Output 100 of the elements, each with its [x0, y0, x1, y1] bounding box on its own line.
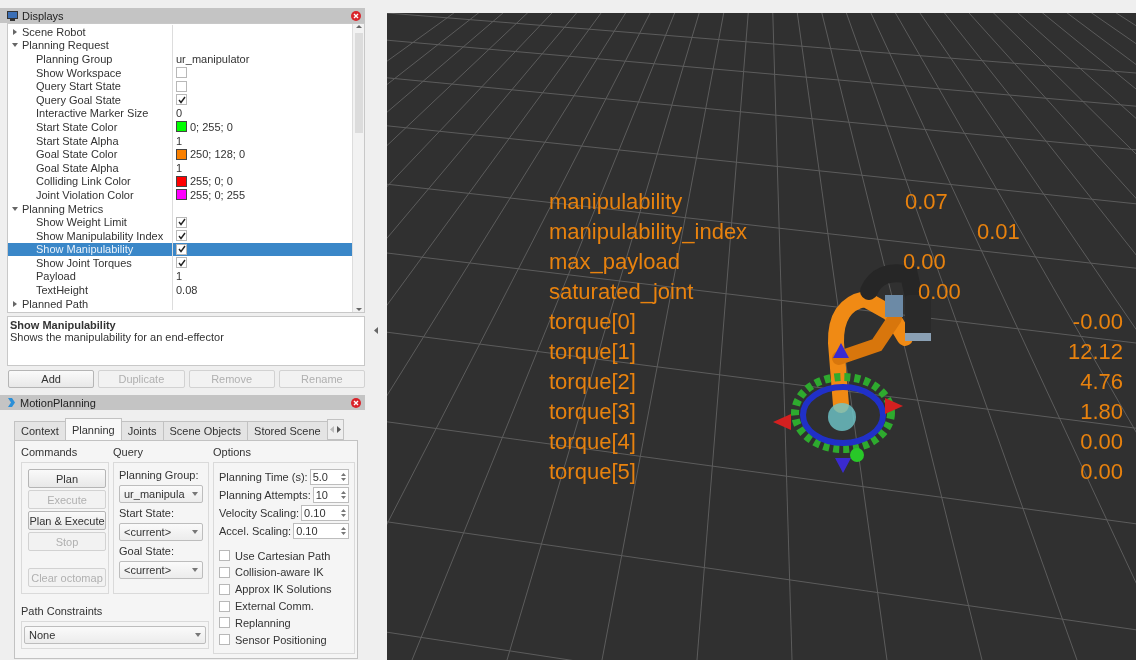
tree-row[interactable]: Planning Group ur_manipulator — [8, 52, 352, 66]
property-name: Start State Color — [36, 120, 118, 133]
display-button[interactable]: Add — [8, 370, 95, 388]
field-label: Velocity Scaling: — [219, 507, 300, 519]
tree-row[interactable]: Planning Metrics — [8, 201, 352, 216]
spin-arrows-icon[interactable] — [341, 472, 346, 482]
property-value[interactable]: 1 — [176, 270, 183, 283]
dropdown[interactable]: ur_manipula — [119, 485, 203, 503]
tree-row[interactable]: TextHeight 0.08 — [8, 283, 352, 297]
property-checkbox[interactable] — [176, 94, 187, 106]
tree-row[interactable]: Start State Alpha 1 — [8, 133, 352, 148]
metric-label: torque[1] — [549, 339, 636, 365]
monitor-icon — [7, 10, 18, 21]
tree-row[interactable]: Show Joint Torques — [8, 256, 352, 270]
metric-label: saturated_joint — [549, 279, 694, 305]
metric-value: 0.00 — [1080, 429, 1123, 455]
tree-row[interactable]: Query Goal State — [8, 92, 352, 107]
spin-arrows-icon[interactable] — [341, 490, 346, 500]
field-label: Planning Time (s): — [219, 471, 308, 483]
caret-icon — [192, 530, 198, 534]
spin-arrows-icon[interactable] — [341, 526, 346, 536]
group-title: Query — [113, 446, 144, 458]
property-name: Show Workspace — [36, 66, 122, 79]
tree-row[interactable]: Planning Request — [8, 38, 352, 53]
caret-icon — [192, 492, 198, 496]
scrollbar-thumb[interactable] — [354, 33, 363, 133]
property-name: Planned Path — [22, 297, 89, 310]
scrollbar[interactable] — [352, 24, 364, 312]
expand-arrow-icon[interactable] — [12, 205, 18, 212]
checkbox[interactable] — [219, 634, 230, 646]
property-checkbox[interactable] — [176, 257, 187, 269]
dropdown[interactable]: <current> — [119, 561, 203, 579]
dropdown[interactable]: <current> — [119, 523, 203, 541]
property-checkbox[interactable] — [176, 80, 187, 92]
property-value[interactable]: 1 — [176, 134, 183, 147]
property-checkbox[interactable] — [176, 216, 187, 228]
property-value[interactable]: 0; 255; 0 — [190, 120, 233, 133]
tab[interactable]: Context — [14, 421, 66, 440]
checkbox[interactable] — [219, 617, 230, 629]
property-value[interactable]: 1 — [176, 161, 183, 174]
tree-row[interactable]: Colliding Link Color 255; 0; 0 — [8, 174, 352, 189]
tree-row[interactable]: Payload 1 — [8, 269, 352, 284]
spin-box[interactable]: 0.10 — [293, 523, 349, 539]
close-icon[interactable] — [351, 10, 361, 21]
checkbox[interactable] — [219, 550, 230, 562]
tree-row[interactable]: Scene Robot — [8, 25, 352, 39]
command-button[interactable]: Plan — [28, 469, 106, 488]
tab[interactable]: Joints — [120, 421, 164, 440]
3d-viewport[interactable]: manipulability 0.07 manipulability_index 0.01 max_payload 0.00 saturated_joint 0.00 torque[0] -0.00 torque[1] 12.12 torque[2] 4.76 torque[3] 1.80 torque[4] 0.00 torque[5] 0.00 — [387, 13, 1136, 660]
tree-row[interactable]: Interactive Marker Size 0 — [8, 106, 352, 121]
description-text: Shows the manipulability for an end-effector — [10, 331, 224, 343]
collapse-arrow-icon[interactable] — [12, 300, 18, 307]
property-name: Show Manipulability Index — [36, 229, 164, 242]
expand-arrow-icon[interactable] — [12, 42, 18, 49]
property-checkbox[interactable] — [176, 230, 187, 242]
tab[interactable]: Scene Objects — [162, 421, 249, 440]
checkbox[interactable] — [219, 566, 230, 578]
close-icon[interactable] — [351, 397, 361, 408]
description-title: Show Manipulability — [10, 319, 117, 331]
property-checkbox[interactable] — [176, 67, 187, 79]
checkbox[interactable] — [219, 600, 230, 612]
group-title: Path Constraints — [21, 605, 104, 617]
tree-row[interactable]: Joint Violation Color 255; 0; 255 — [8, 188, 352, 202]
collapse-arrow-icon[interactable] — [12, 28, 18, 35]
command-button[interactable]: Plan & Execute — [28, 511, 106, 530]
tree-row[interactable]: Show Weight Limit — [8, 215, 352, 229]
property-name: Interactive Marker Size — [36, 107, 149, 120]
spin-box[interactable]: 5.0 — [309, 469, 349, 485]
spin-arrows-icon[interactable] — [341, 508, 346, 518]
tree-row[interactable]: Start State Color 0; 255; 0 — [8, 120, 352, 134]
property-value[interactable]: 255; 0; 0 — [190, 175, 233, 188]
property-value[interactable]: 255; 0; 255 — [190, 188, 246, 201]
dropdown[interactable]: None — [24, 626, 206, 644]
tab-scroll-right-icon[interactable] — [336, 426, 341, 433]
property-value[interactable]: 250; 128; 0 — [190, 148, 246, 161]
tree-row[interactable]: Planned Path — [8, 296, 352, 311]
tree-row[interactable]: Query Start State — [8, 79, 352, 93]
spin-box[interactable]: 0.10 — [301, 505, 349, 521]
metric-value: 12.12 — [1067, 339, 1123, 365]
caret-icon — [192, 568, 198, 572]
collapse-arrow-icon[interactable] — [374, 326, 378, 334]
tab[interactable]: Stored Scene — [247, 421, 328, 440]
tree-row[interactable]: Show Manipulability Index — [8, 228, 352, 243]
spin-box[interactable]: 10 — [312, 487, 349, 503]
tab[interactable]: Planning — [64, 418, 122, 440]
property-checkbox[interactable] — [176, 243, 187, 255]
property-value[interactable]: 0.08 — [176, 284, 198, 297]
scroll-down-icon[interactable] — [355, 307, 362, 312]
tree-row[interactable]: Show Workspace — [8, 65, 352, 80]
property-name: Planning Group — [36, 53, 113, 65]
property-value[interactable]: 0 — [176, 107, 183, 120]
tree-row[interactable]: Goal State Alpha 1 — [8, 160, 352, 175]
caret-icon — [195, 633, 201, 637]
tree-row[interactable]: Goal State Color 250; 128; 0 — [8, 147, 352, 161]
property-name: Joint Violation Color — [36, 188, 134, 201]
field-label: Accel. Scaling: — [219, 525, 292, 537]
checkbox[interactable] — [219, 583, 230, 595]
property-value[interactable]: ur_manipulator — [176, 53, 250, 65]
metric-label: max_payload — [549, 249, 680, 275]
field-label: Goal State: — [119, 545, 176, 557]
